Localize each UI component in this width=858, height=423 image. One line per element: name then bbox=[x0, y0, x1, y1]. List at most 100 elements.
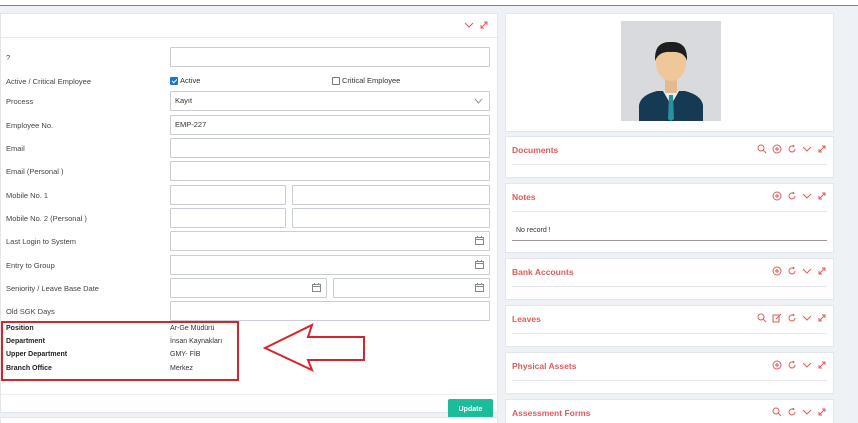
notes-card: Notes No record ! bbox=[505, 183, 834, 253]
label-old-sgk: Old SGK Days bbox=[6, 307, 55, 316]
refresh-icon[interactable] bbox=[787, 360, 797, 370]
label-process: Process bbox=[6, 97, 34, 106]
search-icon[interactable] bbox=[757, 313, 767, 323]
process-select-value: Kayıt bbox=[175, 96, 193, 105]
card-title: Bank Accounts bbox=[512, 267, 574, 277]
card-title: Physical Assets bbox=[512, 361, 577, 371]
refresh-icon[interactable] bbox=[787, 191, 797, 201]
row-seniority: Seniority / Leave Base Date bbox=[1, 278, 499, 298]
expand-icon[interactable] bbox=[817, 144, 827, 154]
search-icon[interactable] bbox=[757, 144, 767, 154]
row-unknown: ? bbox=[1, 47, 499, 67]
chevron-down-icon[interactable] bbox=[802, 407, 812, 417]
label-employee-no: Employee No. bbox=[6, 121, 54, 130]
assessment-forms-card: Assessment Forms bbox=[505, 399, 834, 423]
search-icon[interactable] bbox=[772, 407, 782, 417]
calendar-icon[interactable] bbox=[312, 283, 321, 292]
expand-icon[interactable] bbox=[479, 20, 489, 30]
chevron-down-icon[interactable] bbox=[802, 144, 812, 154]
chevron-down-icon[interactable] bbox=[802, 360, 812, 370]
refresh-icon[interactable] bbox=[787, 407, 797, 417]
row-email: Email bbox=[1, 138, 499, 158]
chevron-down-icon[interactable] bbox=[464, 20, 474, 30]
card-title: Assessment Forms bbox=[512, 408, 591, 418]
update-button[interactable]: Update bbox=[448, 399, 493, 419]
expand-icon[interactable] bbox=[817, 407, 827, 417]
critical-checkbox-label: Critical Employee bbox=[342, 76, 401, 85]
critical-checkbox[interactable]: Critical Employee bbox=[332, 76, 400, 85]
photo-panel bbox=[505, 13, 834, 132]
email-input[interactable] bbox=[170, 138, 490, 158]
row-mobile2: Mobile No. 2 (Personal ) bbox=[1, 208, 499, 228]
employee-no-input[interactable]: EMP-227 bbox=[170, 115, 490, 135]
highlight-arrow-icon bbox=[262, 323, 365, 372]
person-icon bbox=[621, 21, 721, 121]
seniority-date-input[interactable] bbox=[170, 278, 327, 298]
old-sgk-input[interactable] bbox=[170, 301, 490, 321]
process-select[interactable]: Kayıt bbox=[170, 91, 490, 111]
add-icon[interactable] bbox=[772, 144, 782, 154]
label-entry-group: Entry to Group bbox=[6, 261, 55, 270]
add-icon[interactable] bbox=[772, 266, 782, 276]
mobile1-code-input[interactable] bbox=[170, 185, 286, 205]
active-checkbox-box[interactable] bbox=[170, 76, 178, 85]
mobile2-code-input[interactable] bbox=[170, 208, 286, 228]
chevron-down-icon[interactable] bbox=[802, 191, 812, 201]
panel-tools bbox=[464, 20, 489, 30]
label-mobile2: Mobile No. 2 (Personal ) bbox=[6, 214, 87, 223]
empty-underline bbox=[512, 240, 827, 241]
card-title: Notes bbox=[512, 192, 536, 202]
card-tools bbox=[757, 144, 827, 154]
label-unknown: ? bbox=[6, 53, 11, 62]
email-personal-input[interactable] bbox=[170, 161, 490, 181]
refresh-icon[interactable] bbox=[787, 266, 797, 276]
row-email-personal: Email (Personal ) bbox=[1, 161, 499, 181]
calendar-icon[interactable] bbox=[475, 236, 484, 245]
entry-group-date-input[interactable] bbox=[170, 255, 490, 275]
mobile1-number-input[interactable] bbox=[292, 185, 490, 205]
calendar-icon[interactable] bbox=[475, 260, 484, 269]
refresh-icon[interactable] bbox=[787, 144, 797, 154]
add-icon[interactable] bbox=[772, 360, 782, 370]
last-login-date-input[interactable] bbox=[170, 231, 490, 251]
label-active-critical: Active / Critical Employee bbox=[6, 77, 92, 86]
avatar[interactable] bbox=[621, 21, 721, 121]
expand-icon[interactable] bbox=[817, 313, 827, 323]
card-tools bbox=[772, 360, 827, 370]
mobile2-number-input[interactable] bbox=[292, 208, 490, 228]
card-tools bbox=[772, 191, 827, 201]
row-active-critical: Active / Critical Employee Active Critic… bbox=[1, 71, 499, 91]
chevron-down-icon bbox=[474, 98, 483, 104]
card-divider bbox=[512, 286, 827, 287]
panel-divider bbox=[1, 37, 497, 38]
active-checkbox-label: Active bbox=[180, 76, 201, 85]
label-email: Email bbox=[6, 144, 25, 153]
lower-panel bbox=[0, 417, 498, 423]
highlight-box bbox=[1, 321, 239, 381]
chevron-down-icon[interactable] bbox=[802, 266, 812, 276]
label-email-personal: Email (Personal ) bbox=[6, 167, 64, 176]
card-tools bbox=[772, 266, 827, 276]
expand-icon[interactable] bbox=[817, 266, 827, 276]
row-employee-no: Employee No. EMP-227 bbox=[1, 115, 499, 135]
card-divider bbox=[512, 333, 827, 334]
card-divider bbox=[512, 164, 827, 165]
documents-card: Documents bbox=[505, 136, 834, 178]
label-mobile1: Mobile No. 1 bbox=[6, 191, 49, 200]
unknown-input[interactable] bbox=[170, 47, 490, 67]
expand-icon[interactable] bbox=[817, 360, 827, 370]
refresh-icon[interactable] bbox=[787, 313, 797, 323]
top-bar bbox=[0, 0, 858, 6]
critical-checkbox-box[interactable] bbox=[332, 76, 340, 85]
expand-icon[interactable] bbox=[817, 191, 827, 201]
calendar-icon[interactable] bbox=[475, 283, 484, 292]
label-last-login: Last Login to System bbox=[6, 237, 77, 246]
active-checkbox[interactable]: Active bbox=[170, 76, 200, 85]
card-title: Leaves bbox=[512, 314, 541, 324]
add-icon[interactable] bbox=[772, 191, 782, 201]
card-tools bbox=[772, 407, 827, 417]
leave-base-date-input[interactable] bbox=[333, 278, 490, 298]
leaves-card: Leaves bbox=[505, 305, 834, 347]
edit-icon[interactable] bbox=[772, 313, 782, 323]
chevron-down-icon[interactable] bbox=[802, 313, 812, 323]
